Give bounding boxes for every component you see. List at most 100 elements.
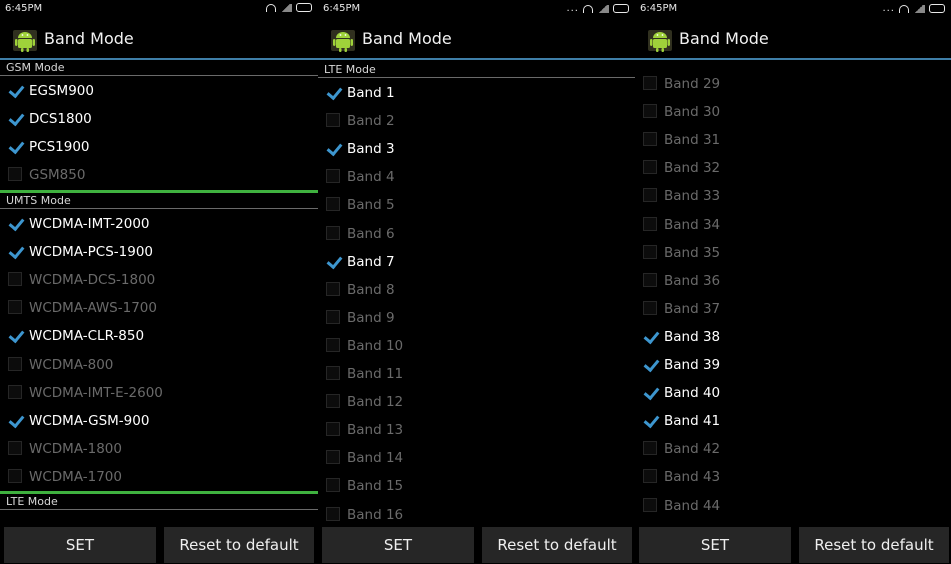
- band-option[interactable]: Band 36: [635, 267, 951, 295]
- checkbox[interactable]: [326, 281, 340, 296]
- band-option[interactable]: Band 3: [318, 135, 635, 163]
- band-option[interactable]: WCDMA-IMT-E-2600: [0, 379, 318, 407]
- band-option[interactable]: Band 29: [635, 70, 951, 98]
- checkbox[interactable]: [8, 300, 22, 315]
- band-option[interactable]: Band 1: [318, 79, 635, 107]
- band-option[interactable]: Band 9: [318, 304, 635, 332]
- checkbox[interactable]: [643, 357, 657, 371]
- band-option[interactable]: Band 7: [318, 248, 635, 276]
- checkbox[interactable]: [643, 413, 657, 427]
- checkbox[interactable]: [643, 300, 657, 315]
- band-list[interactable]: LTE Mode Band 1 Band 2 Band 3 Band 4 Band 5 Ba…: [318, 60, 635, 521]
- band-option[interactable]: WCDMA-1800: [0, 435, 318, 463]
- band-option[interactable]: Band 4: [318, 163, 635, 191]
- checkbox[interactable]: [643, 469, 657, 484]
- checkbox[interactable]: [8, 244, 22, 258]
- band-option[interactable]: Band 40: [635, 379, 951, 407]
- checkbox[interactable]: [8, 139, 22, 153]
- checkbox[interactable]: [326, 309, 340, 324]
- band-option[interactable]: Band 8: [318, 276, 635, 304]
- band-option[interactable]: DCS1800: [0, 105, 318, 133]
- set-button[interactable]: SET: [4, 527, 156, 563]
- checkbox[interactable]: [326, 337, 340, 352]
- checkbox[interactable]: [8, 216, 22, 230]
- band-option[interactable]: Band 30: [635, 98, 951, 126]
- band-option[interactable]: Band 33: [635, 182, 951, 210]
- band-option[interactable]: Band 41: [635, 407, 951, 435]
- checkbox[interactable]: [643, 160, 657, 175]
- band-option[interactable]: Band 39: [635, 351, 951, 379]
- checkbox[interactable]: [8, 440, 22, 455]
- checkbox[interactable]: [8, 356, 22, 371]
- band-option[interactable]: Band 11: [318, 360, 635, 388]
- checkbox[interactable]: [326, 225, 340, 240]
- band-option[interactable]: WCDMA-PCS-1900: [0, 238, 318, 266]
- checkbox[interactable]: [643, 497, 657, 512]
- checkbox[interactable]: [326, 422, 340, 437]
- band-option[interactable]: Band 15: [318, 472, 635, 500]
- band-option[interactable]: WCDMA-GSM-900: [0, 407, 318, 435]
- checkbox[interactable]: [643, 132, 657, 147]
- checkbox[interactable]: [643, 76, 657, 90]
- checkbox[interactable]: [643, 441, 657, 456]
- checkbox[interactable]: [643, 272, 657, 287]
- checkbox[interactable]: [326, 366, 340, 380]
- checkbox[interactable]: [8, 111, 22, 125]
- checkbox[interactable]: [643, 188, 657, 203]
- band-option[interactable]: Band 44: [635, 492, 951, 520]
- band-option[interactable]: Band 42: [635, 435, 951, 463]
- checkbox[interactable]: [326, 141, 340, 155]
- band-option[interactable]: Band 12: [318, 388, 635, 416]
- checkbox[interactable]: [326, 197, 340, 212]
- band-option[interactable]: Band 31: [635, 126, 951, 154]
- band-option[interactable]: Band 32: [635, 154, 951, 182]
- checkbox[interactable]: [326, 85, 340, 99]
- band-option[interactable]: Band 6: [318, 220, 635, 248]
- checkbox[interactable]: [8, 384, 22, 399]
- band-option[interactable]: WCDMA-DCS-1800: [0, 266, 318, 294]
- checkbox[interactable]: [643, 385, 657, 399]
- checkbox[interactable]: [326, 450, 340, 465]
- band-option[interactable]: Band 37: [635, 295, 951, 323]
- checkbox[interactable]: [8, 83, 22, 97]
- checkbox[interactable]: [326, 169, 340, 184]
- checkbox[interactable]: [643, 329, 657, 343]
- band-option[interactable]: GSM850: [0, 161, 318, 189]
- set-button[interactable]: SET: [322, 527, 474, 563]
- band-list[interactable]: Band 29 Band 30 Band 31 Band 32 Band 33 Band …: [635, 60, 951, 521]
- checkbox[interactable]: [326, 506, 340, 521]
- band-option[interactable]: WCDMA-1700: [0, 463, 318, 491]
- band-option[interactable]: Band 13: [318, 416, 635, 444]
- band-option[interactable]: Band 10: [318, 332, 635, 360]
- band-option[interactable]: Band 5: [318, 191, 635, 219]
- reset-to-default-button[interactable]: Reset to default: [482, 527, 632, 563]
- checkbox[interactable]: [8, 468, 22, 483]
- reset-to-default-button[interactable]: Reset to default: [164, 527, 314, 563]
- checkbox[interactable]: [326, 394, 340, 409]
- band-option[interactable]: EGSM900: [0, 77, 318, 105]
- checkbox[interactable]: [326, 113, 340, 128]
- band-option[interactable]: Band 14: [318, 444, 635, 472]
- band-option[interactable]: WCDMA-AWS-1700: [0, 294, 318, 322]
- band-option[interactable]: PCS1900: [0, 133, 318, 161]
- band-option[interactable]: WCDMA-800: [0, 351, 318, 379]
- band-list[interactable]: GSM Mode EGSM900 DCS1800 PCS1900 GSM850 UMTS …: [0, 60, 318, 521]
- band-option[interactable]: Band 34: [635, 211, 951, 239]
- band-option[interactable]: WCDMA-IMT-2000: [0, 210, 318, 238]
- checkbox[interactable]: [8, 167, 22, 182]
- checkbox[interactable]: [643, 104, 657, 119]
- checkbox[interactable]: [326, 254, 340, 268]
- checkbox[interactable]: [8, 413, 22, 427]
- checkbox[interactable]: [8, 272, 22, 287]
- checkbox[interactable]: [643, 216, 657, 231]
- checkbox[interactable]: [643, 244, 657, 259]
- band-option[interactable]: Band 2: [318, 107, 635, 135]
- band-option[interactable]: WCDMA-CLR-850: [0, 322, 318, 350]
- band-option[interactable]: Band 38: [635, 323, 951, 351]
- band-option[interactable]: Band 16: [318, 501, 635, 521]
- set-button[interactable]: SET: [639, 527, 791, 563]
- reset-to-default-button[interactable]: Reset to default: [799, 527, 949, 563]
- checkbox[interactable]: [8, 328, 22, 342]
- band-option[interactable]: Band 35: [635, 239, 951, 267]
- checkbox[interactable]: [326, 478, 340, 493]
